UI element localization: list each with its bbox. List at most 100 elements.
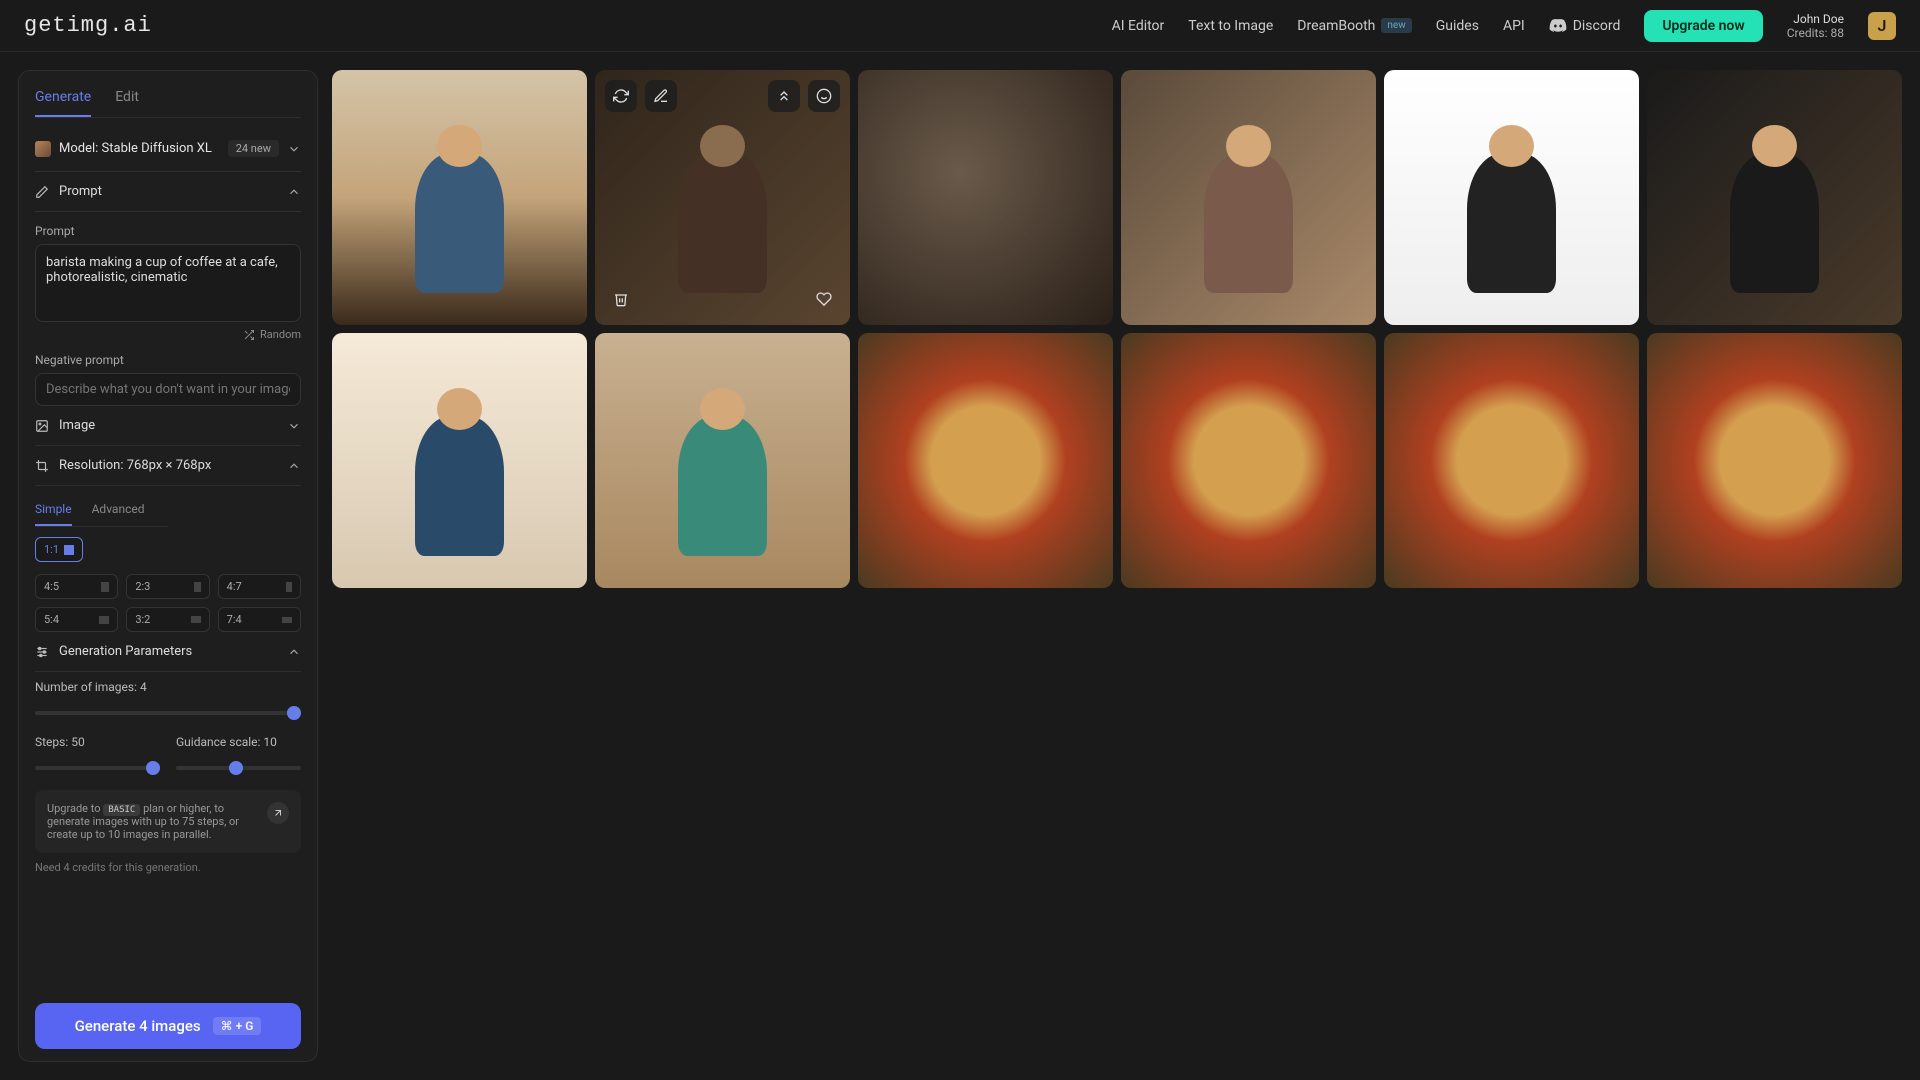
sliders-icon <box>35 645 49 659</box>
gallery-image[interactable] <box>332 70 587 325</box>
emoji-button[interactable] <box>808 80 840 112</box>
num-images-slider[interactable] <box>35 711 301 715</box>
avatar[interactable]: J <box>1868 12 1896 40</box>
upgrade-prefix: Upgrade to <box>47 802 103 815</box>
image-overlay <box>595 70 850 325</box>
image-icon <box>35 419 49 433</box>
chevron-up-icon <box>287 185 301 199</box>
ratio-4-7[interactable]: 4:7 <box>218 574 301 599</box>
num-images-label: Number of images: 4 <box>35 680 301 694</box>
ratio-label: 4:7 <box>227 580 242 593</box>
ratio-7-4[interactable]: 7:4 <box>218 607 301 632</box>
nav-text-to-image[interactable]: Text to Image <box>1188 18 1273 34</box>
upgrade-button[interactable]: Upgrade now <box>1644 10 1762 42</box>
ratio-1-1[interactable]: 1:1 <box>35 537 83 562</box>
chevron-up-icon <box>287 459 301 473</box>
ratio-2-3[interactable]: 2:3 <box>126 574 209 599</box>
ratio-3-2[interactable]: 3:2 <box>126 607 209 632</box>
sidebar-tabs: Generate Edit <box>35 83 301 118</box>
section-resolution[interactable]: Resolution: 768px × 768px <box>35 446 301 486</box>
delete-button[interactable] <box>605 283 637 315</box>
model-new-badge: 24 new <box>228 140 279 157</box>
random-label: Random <box>260 328 301 341</box>
ratio-5-4[interactable]: 5:4 <box>35 607 118 632</box>
user-info: John Doe Credits: 88 <box>1787 12 1844 40</box>
gallery-image[interactable] <box>858 70 1113 325</box>
ratio-shape-icon <box>101 582 109 592</box>
random-button[interactable]: Random <box>243 328 301 341</box>
gallery-image[interactable] <box>1384 333 1639 588</box>
model-name: Stable Diffusion XL <box>102 141 212 156</box>
prompt-input[interactable] <box>35 244 301 322</box>
ratio-label: 4:5 <box>44 580 59 593</box>
generate-button[interactable]: Generate 4 images ⌘ + G <box>35 1003 301 1049</box>
upgrade-hint: Upgrade to BASIC plan or higher, to gene… <box>35 790 301 853</box>
gallery-image[interactable] <box>595 333 850 588</box>
ratio-label: 5:4 <box>44 613 59 626</box>
section-prompt-label: Prompt <box>59 184 102 199</box>
ratio-grid: 4:5 2:3 4:7 5:4 3:2 7:4 <box>35 574 301 632</box>
user-credits: Credits: 88 <box>1787 26 1844 40</box>
upgrade-arrow-button[interactable] <box>267 802 289 824</box>
negative-label: Negative prompt <box>35 353 301 367</box>
steps-slider[interactable] <box>35 766 160 770</box>
gallery-image[interactable] <box>1121 333 1376 588</box>
tab-edit[interactable]: Edit <box>115 83 139 117</box>
ratio-label: 3:2 <box>135 613 150 626</box>
ratio-label: 2:3 <box>135 580 150 593</box>
ratio-shape-icon <box>99 616 109 624</box>
discord-icon <box>1549 17 1567 35</box>
header: getimg.ai AI Editor Text to Image DreamB… <box>0 0 1920 52</box>
gallery-image-hovered[interactable] <box>595 70 850 325</box>
subtab-simple[interactable]: Simple <box>35 496 72 526</box>
ratio-shape-icon <box>64 545 74 555</box>
model-selector[interactable]: Model: Stable Diffusion XL 24 new <box>35 132 301 172</box>
shuffle-icon <box>243 329 255 341</box>
gallery-image[interactable] <box>1647 333 1902 588</box>
credit-note: Need 4 credits for this generation. <box>35 861 301 874</box>
section-prompt[interactable]: Prompt <box>35 172 301 212</box>
nav-ai-editor[interactable]: AI Editor <box>1112 18 1165 34</box>
generate-kbd: ⌘ + G <box>213 1017 262 1035</box>
ratio-label: 1:1 <box>44 543 59 556</box>
resolution-subtabs: Simple Advanced <box>35 496 168 527</box>
ratio-shape-icon <box>282 617 292 623</box>
nav-dreambooth[interactable]: DreamBooth new <box>1297 18 1411 34</box>
negative-input[interactable] <box>35 373 301 406</box>
nav: AI Editor Text to Image DreamBooth new G… <box>1112 10 1896 42</box>
ratio-4-5[interactable]: 4:5 <box>35 574 118 599</box>
guidance-slider[interactable] <box>176 766 301 770</box>
favorite-button[interactable] <box>808 283 840 315</box>
gallery-image[interactable] <box>1647 70 1902 325</box>
nav-api[interactable]: API <box>1503 18 1525 34</box>
expand-button[interactable] <box>768 80 800 112</box>
tab-generate[interactable]: Generate <box>35 83 91 117</box>
section-gen-params[interactable]: Generation Parameters <box>35 632 301 672</box>
gallery-image[interactable] <box>858 333 1113 588</box>
upgrade-text: Upgrade to BASIC plan or higher, to gene… <box>47 802 257 841</box>
guidance-label: Guidance scale: 10 <box>176 735 301 749</box>
model-prefix: Model: <box>59 141 98 156</box>
subtab-advanced[interactable]: Advanced <box>92 496 145 526</box>
section-resolution-label: Resolution: 768px × 768px <box>59 458 211 473</box>
edit-button[interactable] <box>645 80 677 112</box>
gallery-image[interactable] <box>1121 70 1376 325</box>
ratio-label: 7:4 <box>227 613 242 626</box>
model-thumb-icon <box>35 141 51 157</box>
nav-guides[interactable]: Guides <box>1436 18 1479 34</box>
chevron-up-icon <box>287 645 301 659</box>
chevron-down-icon <box>287 142 301 156</box>
ratio-shape-icon <box>194 582 201 592</box>
generate-label: Generate 4 images <box>75 1017 201 1035</box>
gallery-image[interactable] <box>1384 70 1639 325</box>
gallery-image[interactable] <box>332 333 587 588</box>
section-image[interactable]: Image <box>35 406 301 446</box>
regenerate-button[interactable] <box>605 80 637 112</box>
ratio-shape-icon <box>191 616 201 623</box>
prompt-label: Prompt <box>35 224 301 238</box>
crop-icon <box>35 459 49 473</box>
ratio-shape-icon <box>286 582 292 592</box>
logo: getimg.ai <box>24 13 152 38</box>
nav-discord[interactable]: Discord <box>1549 17 1621 35</box>
steps-label: Steps: 50 <box>35 735 160 749</box>
